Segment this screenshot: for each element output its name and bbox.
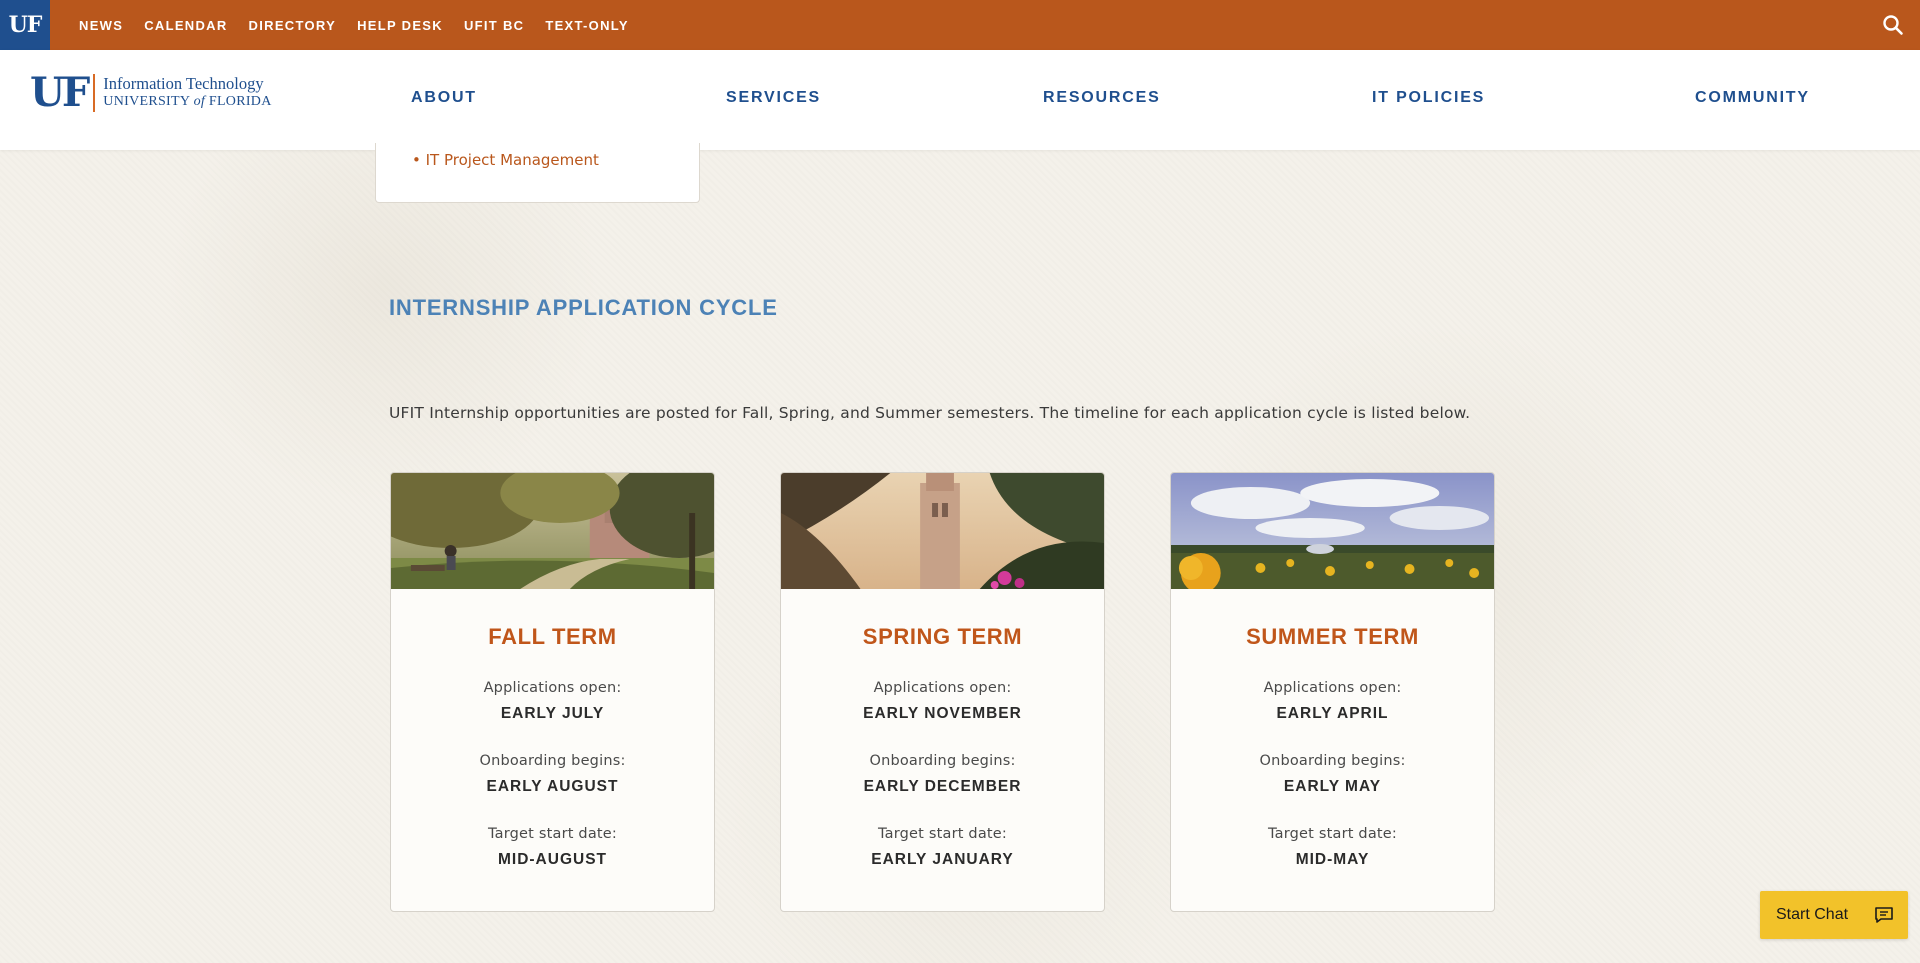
card-title: SUMMER TERM [1246,624,1419,649]
chat-icon [1875,907,1893,923]
applications-open-label: Applications open: [873,680,1012,696]
nav-resources[interactable]: RESOURCES [1043,89,1161,107]
utility-nav: NEWS CALENDAR DIRECTORY HELP DESK UFIT B… [79,18,650,33]
nav-community[interactable]: COMMUNITY [1695,89,1810,107]
target-start-value: EARLY JANUARY [871,851,1014,868]
onboarding-begins-label: Onboarding begins: [1259,753,1406,769]
fall-campus-image [391,473,714,589]
submenu-item-it-project-management[interactable]: IT Project Management [412,151,599,169]
nav-services[interactable]: SERVICES [726,89,821,107]
utility-link-directory[interactable]: DIRECTORY [249,18,337,33]
utility-bar: UF NEWS CALENDAR DIRECTORY HELP DESK UFI… [0,0,1920,50]
summer-flowers-image [1171,473,1494,589]
term-card-fall: FALL TERM Applications open: EARLY JULY … [390,472,715,912]
section-intro: UFIT Internship opportunities are posted… [389,404,1471,422]
utility-link-ufit-bc[interactable]: UFIT BC [464,18,524,33]
utility-link-calendar[interactable]: CALENDAR [144,18,227,33]
onboarding-begins-value: EARLY DECEMBER [863,778,1022,795]
target-start-value: MID-MAY [1295,851,1370,868]
nav-it-policies[interactable]: IT POLICIES [1372,89,1485,107]
term-card-summer: SUMMER TERM Applications open: EARLY APR… [1170,472,1495,912]
sidebar-submenu: IT Project Management [375,143,700,203]
start-chat-label: Start Chat [1776,906,1849,923]
card-title: SPRING TERM [862,624,1023,649]
spring-tower-image [781,473,1104,589]
target-start-label: Target start date: [877,826,1008,842]
main-nav: ABOUT SERVICES RESOURCES IT POLICIES COM… [0,89,1920,113]
applications-open-label: Applications open: [1263,680,1402,696]
applications-open-label: Applications open: [483,680,622,696]
card-title: FALL TERM [488,624,617,649]
applications-open-value: EARLY JULY [500,705,605,722]
utility-link-help-desk[interactable]: HELP DESK [357,18,443,33]
onboarding-begins-value: EARLY MAY [1283,778,1382,795]
term-card-spring: SPRING TERM Applications open: EARLY NOV… [780,472,1105,912]
main-header: UF Information Technology UNIVERSITY of … [0,50,1920,150]
onboarding-begins-label: Onboarding begins: [479,753,626,769]
utility-link-text-only[interactable]: TEXT-ONLY [545,18,628,33]
section-title: INTERNSHIP APPLICATION CYCLE [389,295,778,320]
uf-home-badge[interactable]: UF [0,0,50,50]
target-start-value: MID-AUGUST [497,851,608,868]
utility-link-news[interactable]: NEWS [79,18,123,33]
onboarding-begins-label: Onboarding begins: [869,753,1016,769]
applications-open-value: EARLY APRIL [1276,705,1389,722]
target-start-label: Target start date: [487,826,618,842]
nav-about[interactable]: ABOUT [411,89,477,107]
start-chat-button[interactable]: Start Chat [1760,891,1908,939]
search-icon[interactable] [1882,14,1904,36]
applications-open-value: EARLY NOVEMBER [863,705,1022,722]
target-start-label: Target start date: [1267,826,1398,842]
onboarding-begins-value: EARLY AUGUST [486,778,619,795]
